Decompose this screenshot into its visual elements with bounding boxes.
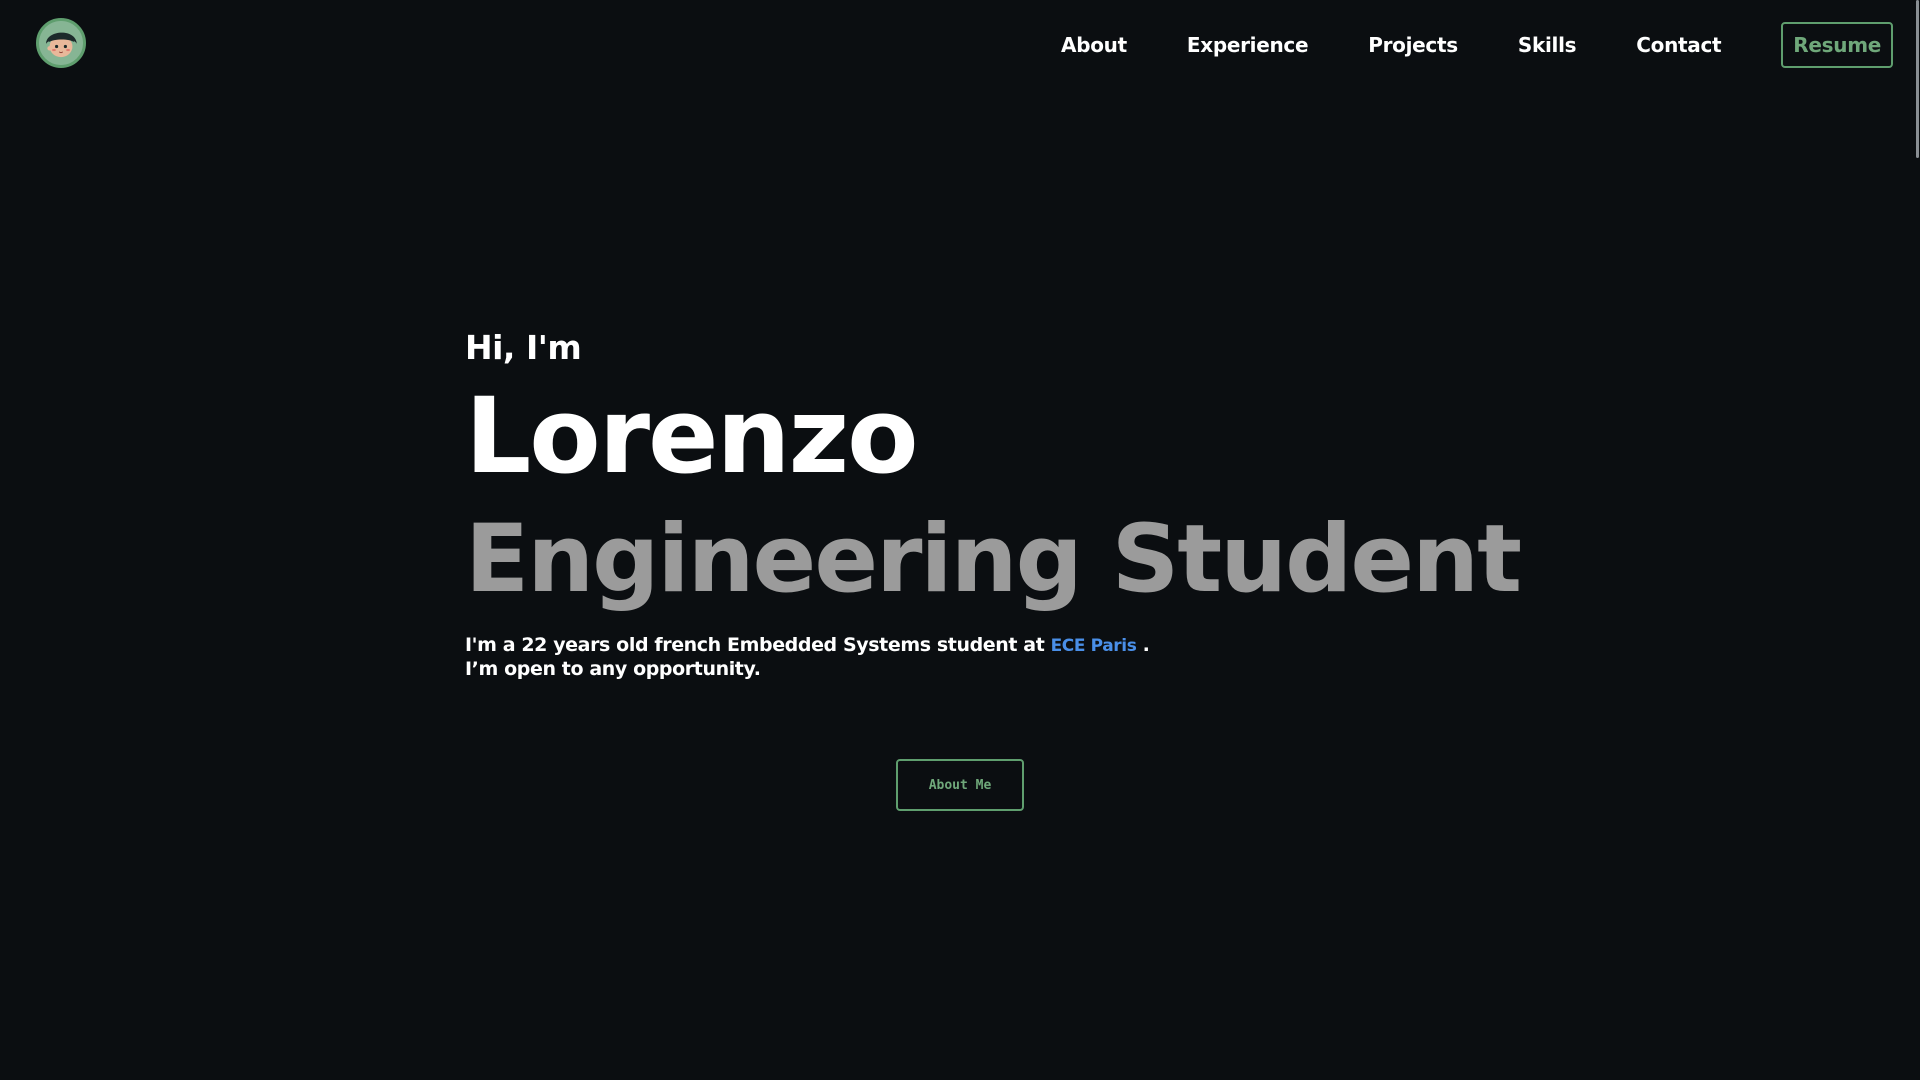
hero-name: Lorenzo (465, 375, 919, 497)
page: About Experience Projects Skills Contact… (0, 0, 1920, 1080)
resume-button[interactable]: Resume (1781, 22, 1893, 68)
about-me-button[interactable]: About Me (896, 759, 1024, 811)
intro-opportunity: I’m open to any opportunity. (465, 658, 761, 680)
nav-skills[interactable]: Skills (1518, 33, 1577, 57)
scrollbar[interactable] (1916, 0, 1920, 1080)
hero-intro: I'm a 22 years old french Embedded Syste… (465, 634, 1565, 681)
hero-greeting: Hi, I'm (465, 328, 582, 367)
scrollbar-thumb[interactable] (1916, 0, 1919, 158)
nav-contact[interactable]: Contact (1636, 33, 1721, 57)
intro-text: I'm a 22 years old french Embedded Syste… (465, 634, 1051, 656)
avatar-icon (39, 21, 83, 65)
hero-section: Hi, I'm Lorenzo Engineering Student I'm … (465, 322, 1565, 681)
logo-avatar[interactable] (36, 18, 86, 68)
nav-about[interactable]: About (1061, 33, 1127, 57)
hero-role: Engineering Student (465, 505, 1522, 614)
school-link[interactable]: ECE Paris (1051, 636, 1137, 656)
intro-period: . (1136, 634, 1150, 656)
nav-projects[interactable]: Projects (1368, 33, 1458, 57)
nav-experience[interactable]: Experience (1187, 33, 1309, 57)
main-nav: About Experience Projects Skills Contact… (1061, 22, 1893, 68)
